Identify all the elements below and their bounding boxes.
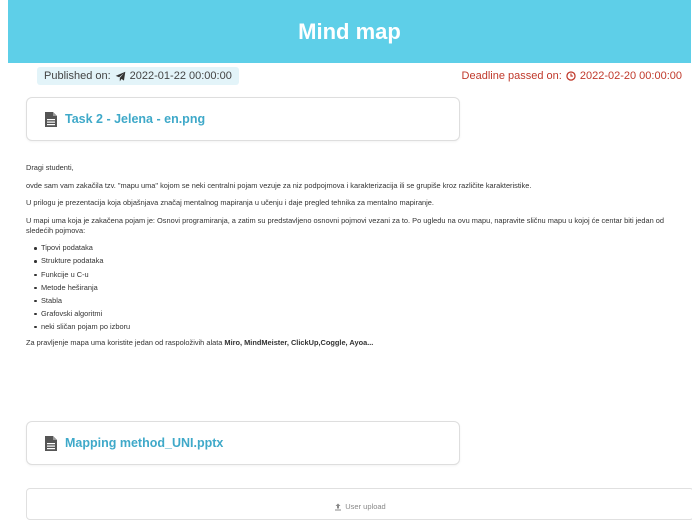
upload-icon	[335, 503, 342, 510]
tools-prefix: Za pravljenje mapa uma koristite jedan o…	[26, 337, 225, 347]
list-item: Funkcije u C-u	[34, 270, 686, 280]
paragraph-instructions: U mapi uma koja je zakačena pojam je: Os…	[26, 215, 664, 235]
deadline-date: 2022-02-20 00:00:00	[579, 70, 682, 82]
published-label: Published on:	[44, 70, 111, 82]
list-item: neki sličan pojam po izboru	[34, 322, 686, 332]
file-icon	[45, 111, 57, 127]
file-card-presentation[interactable]: Mapping method_UNI.pptx	[26, 421, 460, 465]
paragraph-attachment: U prilogu je prezentacija koja objašnjav…	[26, 198, 434, 208]
paper-plane-icon	[115, 71, 125, 81]
list-item: Tipovi podataka	[34, 243, 686, 253]
deadline-label: Deadline passed on:	[461, 70, 562, 82]
list-item: Grafovski algoritmi	[34, 309, 686, 319]
page-title: Mind map	[298, 18, 401, 44]
user-upload-area[interactable]: User upload	[26, 488, 692, 520]
paragraph-tools: Za pravljenje mapa uma koristite jedan o…	[26, 338, 686, 348]
user-upload-label: User upload	[345, 502, 386, 511]
deadline-notice: Deadline passed on: 2022-02-20 00:00:00	[462, 67, 682, 85]
list-item: Stabla	[34, 296, 686, 306]
published-badge: Published on: 2022-01-22 00:00:00	[37, 67, 239, 85]
list-item: Strukture podataka	[34, 256, 686, 266]
file-link-task[interactable]: Task 2 - Jelena - en.png	[65, 112, 205, 126]
topic-list: Tipovi podataka Strukture podataka Funkc…	[26, 243, 686, 332]
list-item: Metode heširanja	[34, 283, 686, 293]
clock-icon	[566, 71, 576, 81]
tools-names: Miro, MindMeister, ClickUp,Coggle, Ayoa.…	[224, 337, 374, 347]
file-card-task[interactable]: Task 2 - Jelena - en.png	[26, 97, 460, 141]
assignment-description: Dragi studenti, ovde sam vam zakačila tz…	[26, 163, 686, 356]
paragraph-intro: ovde sam vam zakačila tzv. "mapu uma" ko…	[26, 180, 532, 190]
greeting-text: Dragi studenti,	[26, 163, 74, 172]
published-date: 2022-01-22 00:00:00	[129, 70, 232, 82]
page-header: Mind map	[8, 0, 691, 63]
user-upload-button[interactable]: User upload	[27, 502, 692, 511]
file-link-presentation[interactable]: Mapping method_UNI.pptx	[65, 436, 223, 450]
file-icon	[45, 435, 57, 451]
